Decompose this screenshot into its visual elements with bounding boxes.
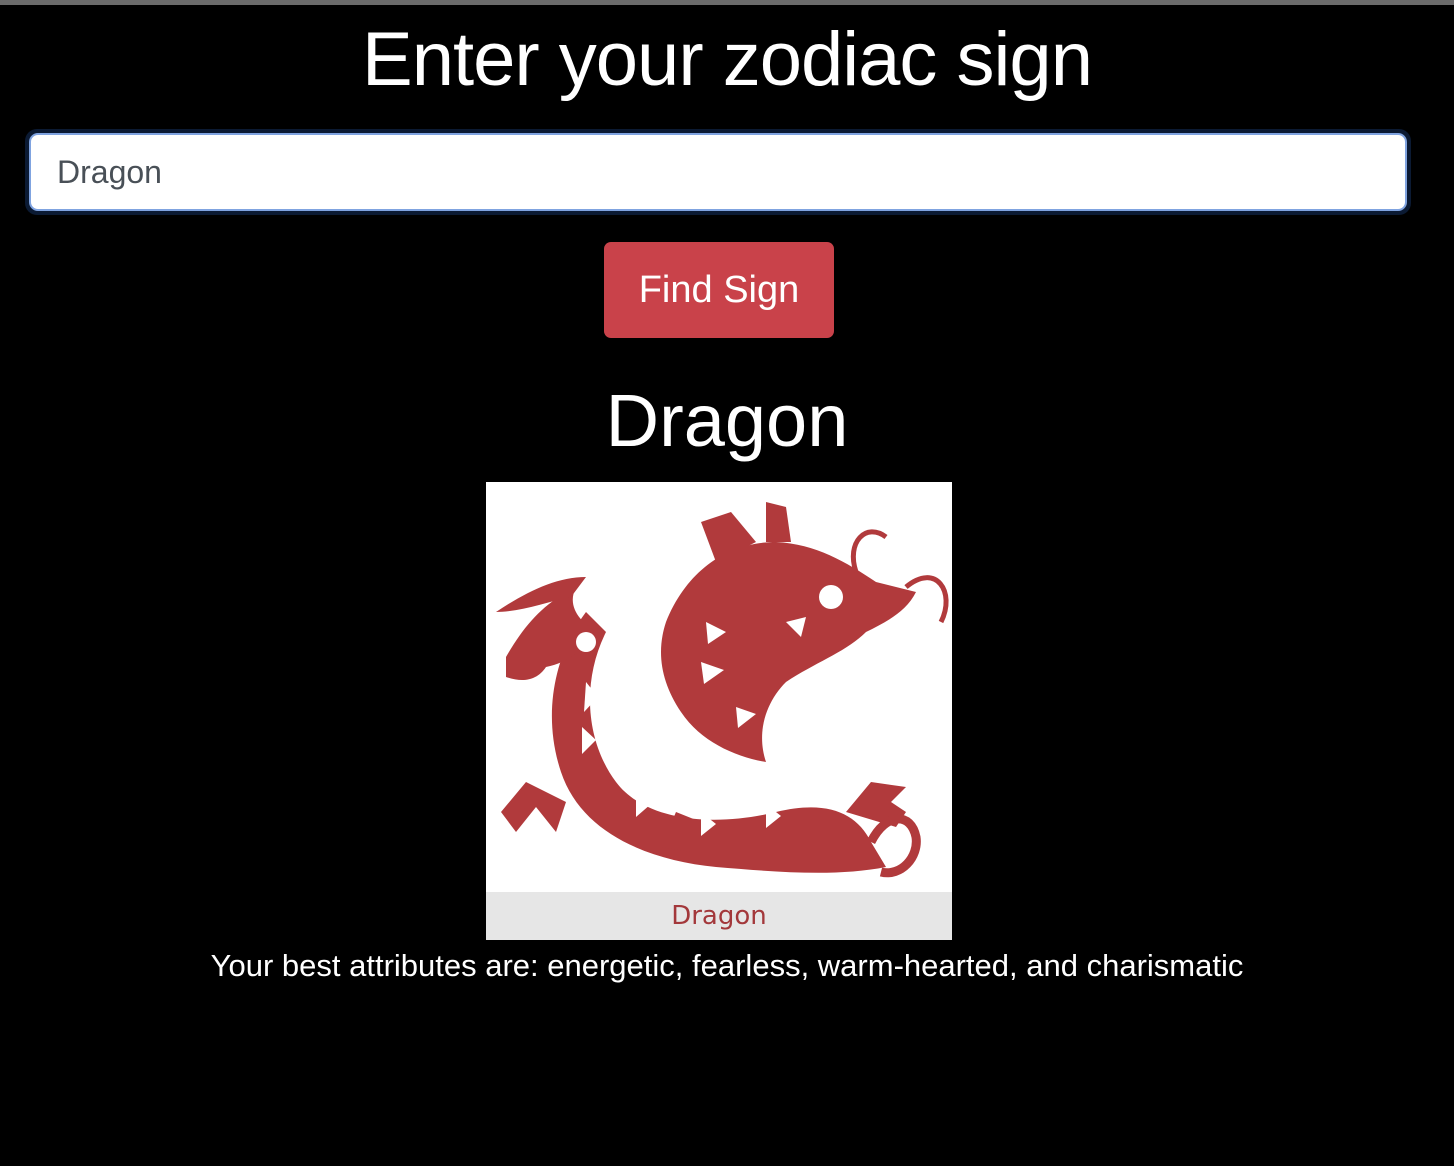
dragon-illustration-icon xyxy=(496,502,949,878)
find-sign-button[interactable]: Find Sign xyxy=(604,242,834,338)
image-caption: Dragon xyxy=(486,892,952,940)
result-sign-title: Dragon xyxy=(605,379,849,462)
zodiac-sign-input[interactable] xyxy=(29,133,1407,211)
browser-top-edge xyxy=(0,0,1454,5)
input-focus-ring xyxy=(25,129,1411,215)
attributes-text: Your best attributes are: energetic, fea… xyxy=(210,948,1244,983)
dragon-image: Dragon xyxy=(486,482,952,940)
page-title: Enter your zodiac sign xyxy=(362,17,1093,102)
